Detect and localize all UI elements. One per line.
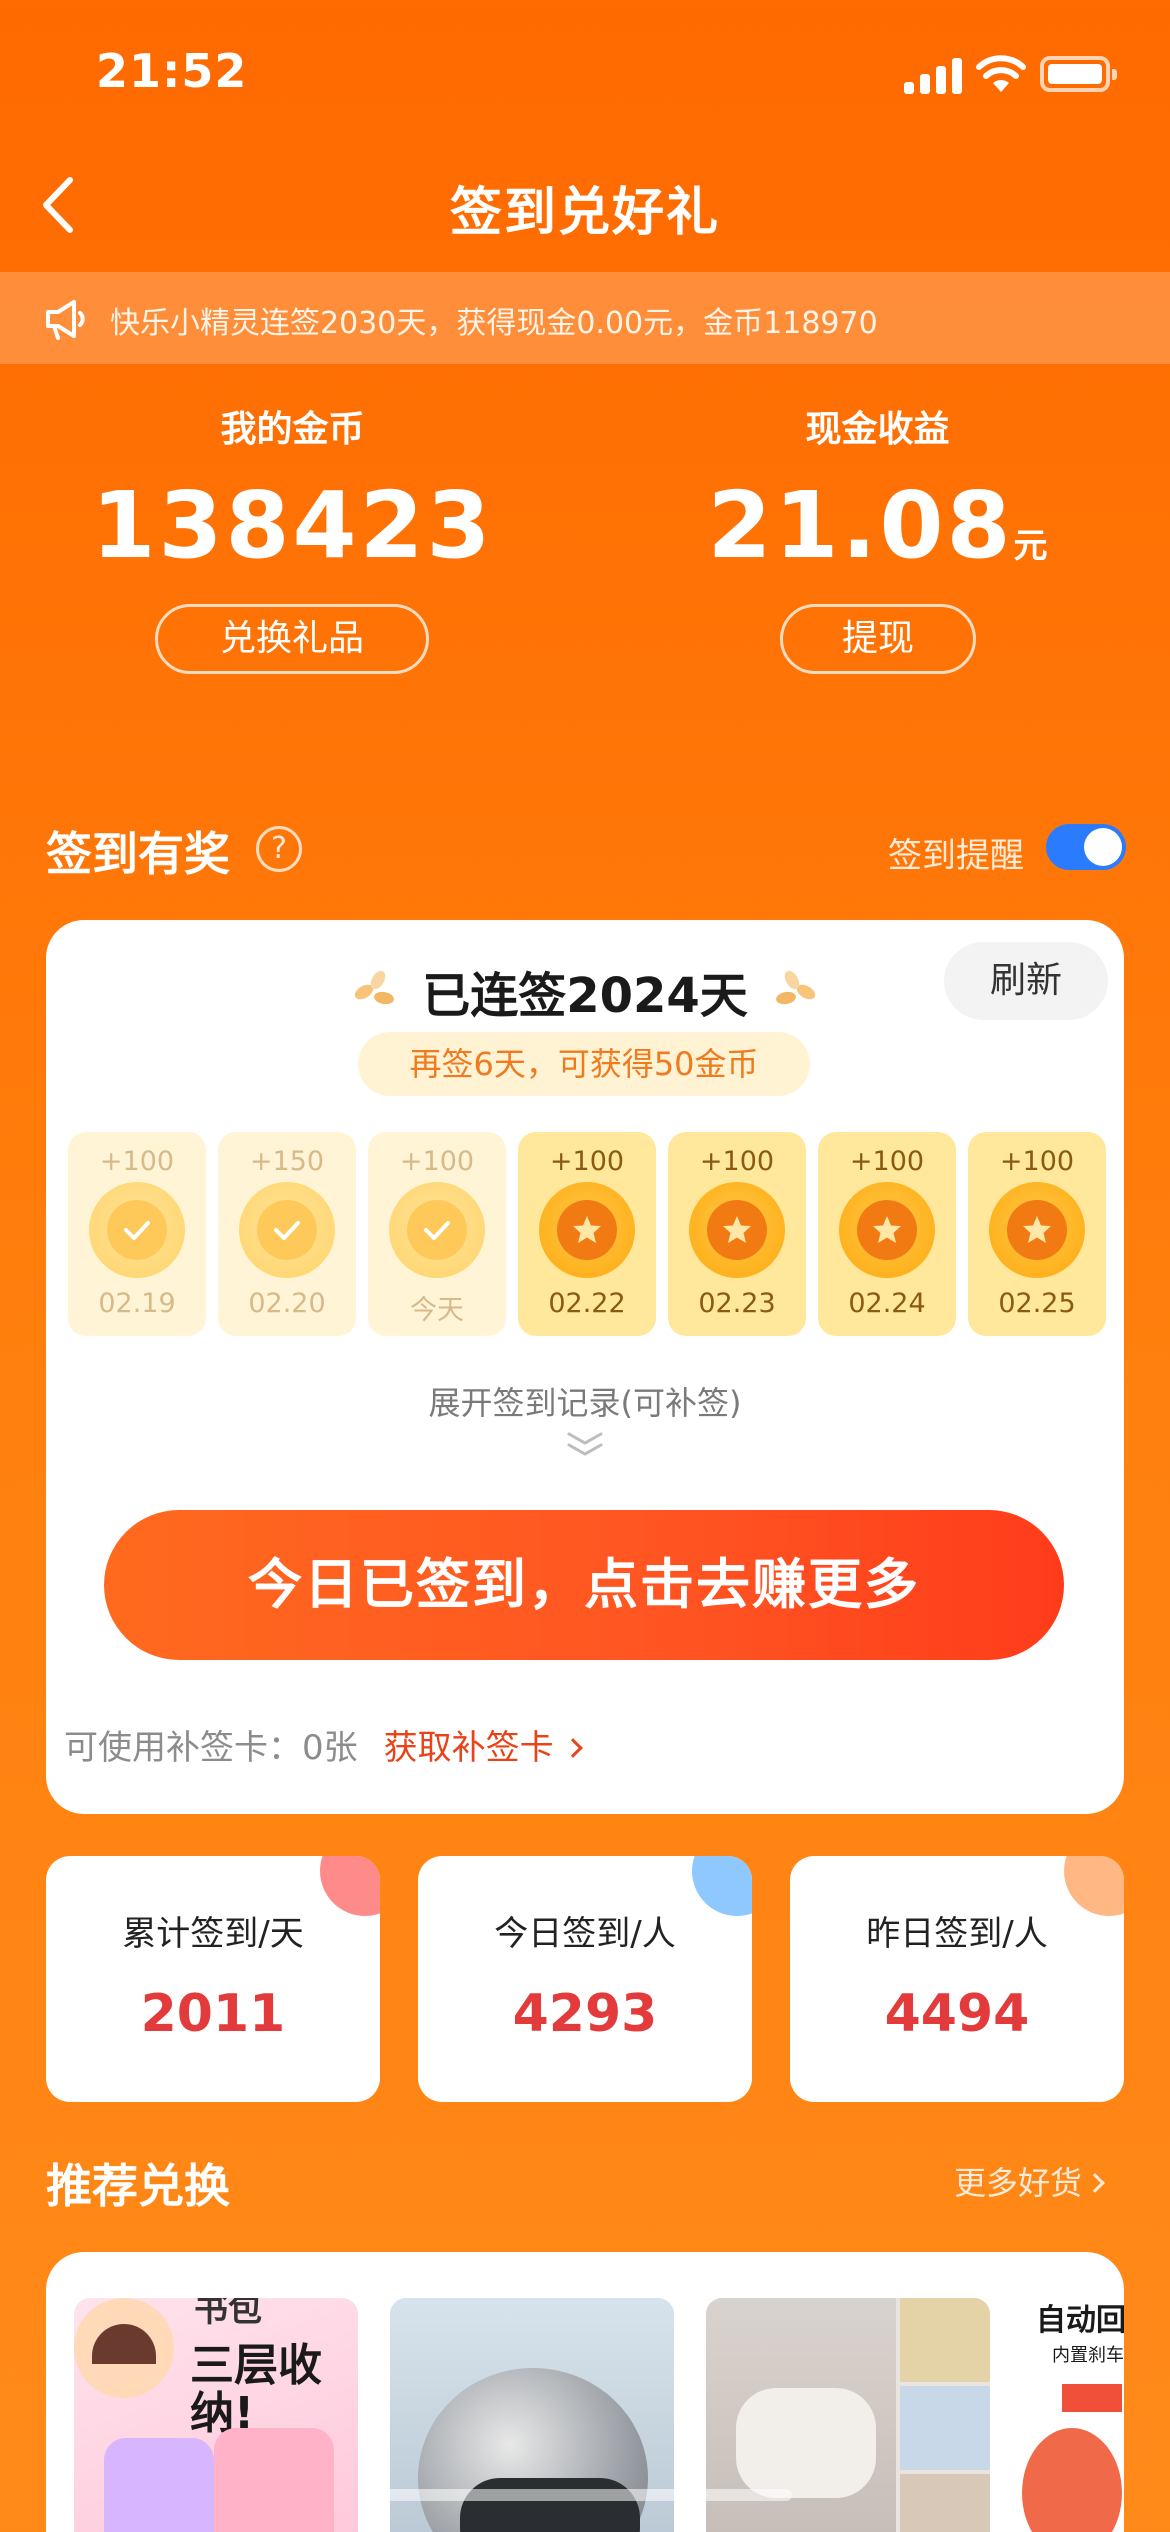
cushion-thumb [900,2386,990,2470]
arrow-badge [1062,2384,1122,2412]
product-card-backpack[interactable]: 书包 三层收纳! [74,2298,358,2532]
cash-balance-value: 21.08 [707,472,1014,579]
day-cell-today[interactable]: +100 今天 [368,1132,506,1336]
stat-label: 累计签到/天 [122,1914,304,1954]
backpack-image [104,2438,214,2532]
earn-more-button[interactable]: 今日已签到，点击去赚更多 [104,1510,1064,1660]
checkin-card: 已连签2024天 刷新 再签6天，可获得50金币 +100 02.19 +150… [46,920,1124,1814]
product-caption: 自动回 [1036,2303,1124,2338]
coin-balance-label: 我的金币 [220,409,365,450]
coin-balance-value: 138423 [91,472,494,579]
day-amount: +100 [849,1146,925,1177]
more-goods-link[interactable]: 更多好货 [954,2158,1105,2204]
check-coin-icon [89,1182,185,1278]
star-coin-icon [539,1182,635,1278]
checkin-days-row: +100 02.19 +150 02.20 +100 今天 +100 02.22… [68,1132,1108,1336]
laurel-right-icon [776,970,816,1005]
cushion-shape [736,2388,876,2498]
product-caption-small: 书包 [194,2298,262,2330]
product-caption: 三层收纳! [190,2340,322,2440]
get-makeup-card-link[interactable]: 获取补签卡 [384,1728,554,1768]
day-date: 02.25 [998,1288,1076,1319]
cash-balance-label: 现金收益 [805,409,950,450]
day-amount: +100 [999,1146,1075,1177]
chevrons-down-icon[interactable] [565,1430,605,1460]
helmet-visor [460,2478,640,2532]
redeem-gift-button[interactable]: 兑换礼品 [155,604,429,674]
day-date: 今天 [410,1295,464,1326]
help-icon[interactable]: ? [256,826,302,872]
coin-balance: 我的金币 138423 [0,400,585,572]
day-cell[interactable]: +100 02.22 [518,1132,656,1336]
star-coin-icon [839,1182,935,1278]
day-amount: +100 [549,1146,625,1177]
makeup-card-count: 可使用补签卡：0张 [64,1728,358,1768]
day-date: 02.19 [98,1288,176,1319]
cushion-thumb [900,2298,990,2382]
makeup-card-row: 可使用补签卡：0张 获取补签卡 [64,1720,583,1769]
product-caption-small: 内置刹车 [1052,2345,1124,2366]
day-amount: +100 [699,1146,775,1177]
expand-record-link[interactable]: 展开签到记录(可补签) [46,1378,1124,1424]
stat-card-total-days: 累计签到/天 2011 [46,1856,380,2102]
check-coin-icon [239,1182,335,1278]
day-date: 02.22 [548,1288,626,1319]
day-date: 02.20 [248,1288,326,1319]
cushion-thumb [900,2474,990,2532]
day-amount: +150 [249,1146,325,1177]
notice-bar: 快乐小精灵连签2030天，获得现金0.00元，金币118970 [0,272,1170,364]
day-amount: +100 [399,1146,475,1177]
wifi-icon [976,55,1026,92]
battery-icon [1040,56,1117,92]
backpack-image [214,2428,334,2532]
checkin-reminder-label: 签到提醒 [888,836,1024,876]
notice-text: 快乐小精灵连签2030天，获得现金0.00元，金币118970 [110,306,878,341]
product-card-auto[interactable]: 自动回 内置刹车 [1022,2298,1124,2532]
star-coin-icon [689,1182,785,1278]
streak-tip: 再签6天，可获得50金币 [358,1032,810,1096]
stat-value: 2011 [140,1984,286,2044]
checkin-reminder-toggle[interactable] [1046,824,1126,870]
day-cell[interactable]: +150 02.20 [218,1132,356,1336]
stat-value: 4293 [512,1984,658,2044]
day-cell[interactable]: +100 02.24 [818,1132,956,1336]
day-cell[interactable]: +100 02.25 [968,1132,1106,1336]
more-goods-label: 更多好货 [954,2164,1083,2202]
day-cell[interactable]: +100 02.19 [68,1132,206,1336]
withdraw-button[interactable]: 提现 [780,604,976,674]
stat-card-today: 今日签到/人 4293 [418,1856,752,2102]
home-indicator[interactable] [378,2489,792,2501]
stat-label: 昨日签到/人 [866,1914,1048,1954]
chevron-right-icon[interactable] [562,1738,583,1758]
cash-unit: 元 [1013,526,1048,566]
page-title: 签到兑好礼 [449,183,720,243]
cellular-signal-icon [904,58,962,94]
toggle-knob [1084,828,1122,866]
cash-balance: 现金收益 21.08元 [585,400,1170,572]
refresh-button[interactable]: 刷新 [944,942,1108,1020]
status-time: 21:52 [96,44,248,98]
chevron-right-icon [1085,2173,1105,2193]
star-coin-icon [989,1182,1085,1278]
status-bar: 21:52 [0,0,1170,150]
stat-card-yesterday: 昨日签到/人 4494 [790,1856,1124,2102]
product-image [1022,2428,1122,2532]
check-coin-icon [389,1182,485,1278]
megaphone-icon [46,300,85,340]
day-date: 02.23 [698,1288,776,1319]
checkin-section-title: 签到有奖 [46,827,230,881]
stat-value: 4494 [884,1984,1030,2044]
recommend-section-title: 推荐兑换 [46,2159,230,2213]
day-amount: +100 [99,1146,175,1177]
stat-label: 今日签到/人 [494,1914,676,1954]
day-date: 02.24 [848,1288,926,1319]
day-cell[interactable]: +100 02.23 [668,1132,806,1336]
